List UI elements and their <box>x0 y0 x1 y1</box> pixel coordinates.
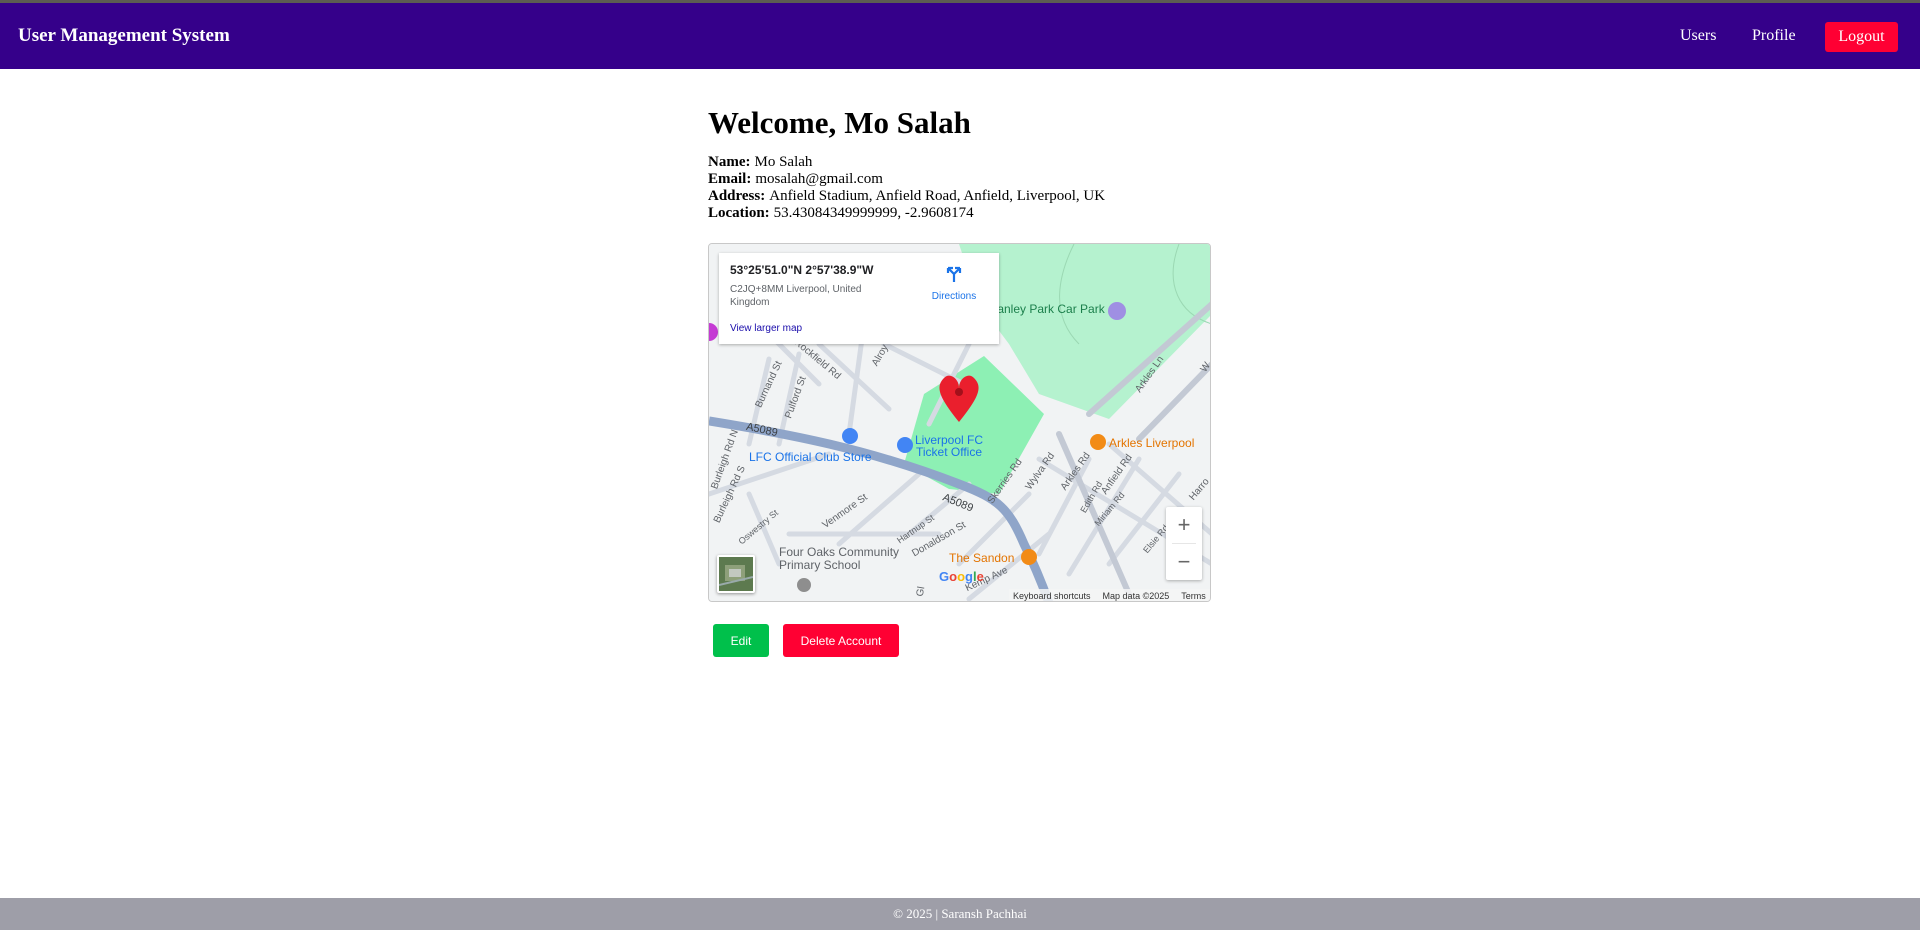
zoom-out-button[interactable]: − <box>1166 544 1202 580</box>
profile-section: Welcome, Mo Salah Name: Mo Salah Email: mo… <box>708 70 1228 222</box>
logout-button[interactable]: Logout <box>1825 22 1898 52</box>
detail-row-name: Name: Mo Salah <box>708 154 1228 171</box>
road-label-gl: Gl <box>914 585 928 598</box>
map-coordinates: 53°25'51.0"N 2°57'38.9"W <box>730 263 874 277</box>
map-label-ticket-office[interactable]: Liverpool FC Ticket Office <box>915 434 983 458</box>
terms-link[interactable]: Terms <box>1181 591 1206 601</box>
map-label-school-1: Four Oaks Community <box>779 545 900 559</box>
satellite-toggle-button[interactable] <box>717 555 755 593</box>
detail-row-address: Address: Anfield Stadium, Anfield Road, A… <box>708 188 1228 205</box>
google-logo: Google <box>939 569 984 584</box>
user-details: Name: Mo Salah Email: mosalah@gmail.com Ad… <box>708 154 1228 222</box>
map-label-school[interactable]: Four Oaks Community Primary School <box>779 546 899 572</box>
map-info-card: 53°25'51.0"N 2°57'38.9"W C2JQ+8MM Liverp… <box>719 253 999 344</box>
detail-row-email: Email: mosalah@gmail.com <box>708 171 1228 188</box>
detail-value: 53.43084349999999, -2.9608174 <box>773 205 974 221</box>
edit-button[interactable]: Edit <box>713 624 769 657</box>
detail-label: Address: <box>708 188 766 204</box>
detail-row-location: Location: 53.43084349999999, -2.9608174 <box>708 205 1228 222</box>
brand-title[interactable]: User Management System <box>18 25 230 47</box>
location-map[interactable]: Stanley Park Car Park Liverpool FC Ticke… <box>708 243 1211 602</box>
nav-link-profile[interactable]: Profile <box>1752 27 1796 45</box>
account-actions: Edit Delete Account <box>713 624 899 657</box>
footer: © 2025 | Saransh Pachhai <box>0 898 1920 930</box>
directions-button[interactable]: Directions <box>919 264 989 302</box>
map-plus-code-address: C2JQ+8MM Liverpool, United Kingdom <box>730 284 862 308</box>
detail-label: Name: <box>708 154 751 170</box>
view-larger-map-link[interactable]: View larger map <box>730 323 802 334</box>
welcome-prefix: Welcome, <box>708 105 837 140</box>
welcome-name: Mo Salah <box>844 105 971 140</box>
map-label-club-store[interactable]: LFC Official Club Store <box>749 450 872 464</box>
map-data-credit: Map data ©2025 <box>1102 591 1170 601</box>
directions-icon <box>946 266 962 282</box>
detail-label: Location: <box>708 205 770 221</box>
map-label-ticket-office-2: Ticket Office <box>916 445 983 459</box>
nav-link-users[interactable]: Users <box>1680 27 1716 45</box>
detail-label: Email: <box>708 171 752 187</box>
map-label-school-2: Primary School <box>779 558 861 572</box>
map-attribution: Keyboard shortcuts Map data ©2025 Terms <box>1009 589 1210 601</box>
navbar: User Management System Users Profile Log… <box>0 3 1920 69</box>
detail-value: mosalah@gmail.com <box>755 171 883 187</box>
zoom-controls: + − <box>1166 507 1202 580</box>
map-label-arkles-liverpool[interactable]: Arkles Liverpool <box>1109 436 1194 450</box>
detail-value: Mo Salah <box>754 154 813 170</box>
satellite-thumbnail-icon <box>719 557 753 591</box>
directions-label: Directions <box>931 291 977 302</box>
page-title: Welcome, Mo Salah <box>708 105 1228 141</box>
detail-value: Anfield Stadium, Anfield Road, Anfield, … <box>769 188 1106 204</box>
delete-account-button[interactable]: Delete Account <box>783 624 899 657</box>
map-label-car-park[interactable]: Stanley Park Car Park <box>986 302 1105 316</box>
map-label-the-sandon[interactable]: The Sandon <box>949 551 1014 565</box>
zoom-in-button[interactable]: + <box>1166 507 1202 543</box>
footer-copyright: © 2025 | Saransh Pachhai <box>893 906 1027 921</box>
keyboard-shortcuts-link[interactable]: Keyboard shortcuts <box>1013 591 1091 601</box>
